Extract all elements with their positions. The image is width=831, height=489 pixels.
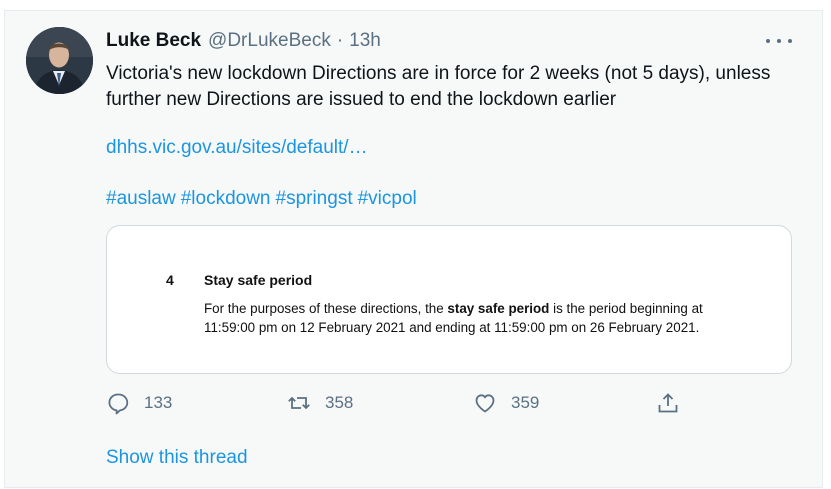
hashtag-vicpol[interactable]: #vicpol: [358, 188, 417, 209]
reply-button[interactable]: 133: [106, 390, 172, 416]
author-handle[interactable]: @DrLukeBeck: [208, 30, 331, 52]
share-icon: [658, 393, 678, 413]
retweet-count: 358: [325, 393, 354, 412]
more-dot: [788, 39, 792, 43]
section-title: Stay safe period: [204, 272, 313, 288]
hashtag-springst[interactable]: #springst: [276, 188, 353, 209]
section-body-term: stay safe period: [447, 301, 550, 316]
reply-icon: [108, 393, 129, 415]
author-name[interactable]: Luke Beck: [106, 30, 201, 52]
tweet-header: Luke Beck @DrLukeBeck · 13h: [106, 30, 381, 54]
more-dot: [777, 39, 781, 43]
more-options-icon[interactable]: [766, 33, 792, 49]
retweet-button[interactable]: 358: [287, 390, 353, 416]
share-button[interactable]: [656, 390, 680, 416]
avatar[interactable]: [26, 27, 93, 94]
tweet-link[interactable]: dhhs.vic.gov.au/sites/default/…: [106, 136, 368, 160]
hashtag-list: #auslaw #lockdown #springst #vicpol: [106, 187, 422, 211]
attached-image[interactable]: 4 Stay safe period For the purposes of t…: [106, 225, 792, 374]
hashtag-auslaw[interactable]: #auslaw: [106, 188, 176, 209]
show-thread-link[interactable]: Show this thread: [106, 447, 248, 469]
avatar-image: [26, 27, 93, 94]
header-separator: ·: [336, 30, 344, 51]
retweet-icon: [288, 396, 310, 410]
hashtag-lockdown[interactable]: #lockdown: [181, 188, 271, 209]
heart-icon: [475, 394, 495, 413]
more-dot: [766, 39, 770, 43]
tweet-timestamp[interactable]: 13h: [349, 30, 381, 52]
tweet-actions: 133 358 359: [106, 390, 706, 416]
reply-count: 133: [144, 393, 173, 412]
section-body: For the purposes of these directions, th…: [204, 299, 744, 337]
tweet-text: Victoria's new lockdown Directions are i…: [106, 63, 771, 110]
like-count: 359: [511, 393, 540, 412]
like-button[interactable]: 359: [473, 390, 539, 416]
section-body-start: For the purposes of these directions, th…: [204, 301, 448, 316]
tweet-card[interactable]: Luke Beck @DrLukeBeck · 13h Victoria's n…: [4, 10, 823, 488]
section-number: 4: [166, 272, 174, 288]
